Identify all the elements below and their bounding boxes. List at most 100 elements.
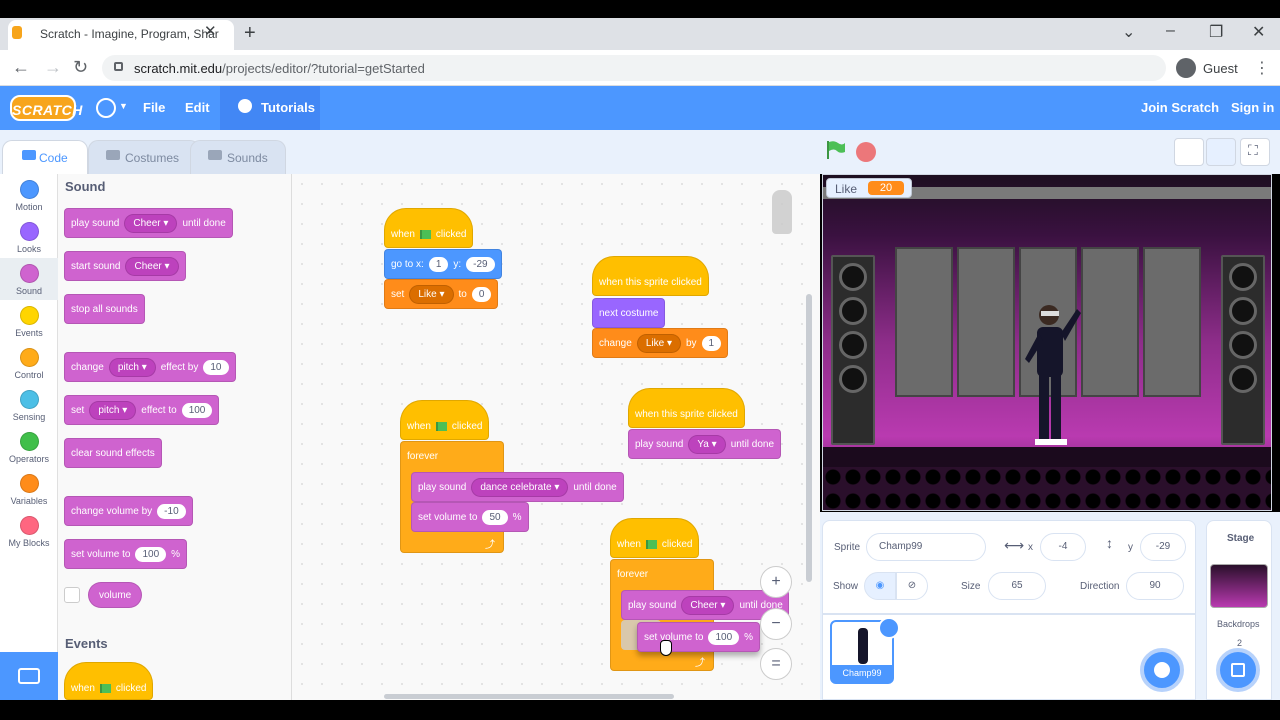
- delete-sprite-icon[interactable]: [878, 617, 900, 639]
- add-sprite-button[interactable]: [1140, 648, 1184, 692]
- block-when-flag-clicked[interactable]: when clicked: [64, 662, 154, 700]
- size-input[interactable]: 65: [988, 572, 1046, 600]
- script5-hat[interactable]: when clicked: [610, 518, 700, 558]
- block-volume-reporter[interactable]: volume: [88, 582, 143, 608]
- block-change-volume[interactable]: change volume by -10: [64, 496, 193, 526]
- add-extension-button[interactable]: [0, 652, 58, 700]
- sound-dropdown[interactable]: Ya ▾: [688, 434, 726, 454]
- new-tab-icon[interactable]: +: [244, 22, 256, 45]
- minimize-icon[interactable]: –: [1166, 22, 1175, 40]
- sound-dropdown[interactable]: Cheer ▾: [125, 256, 179, 276]
- block-clear-sound-effects[interactable]: clear sound effects: [64, 438, 162, 468]
- direction-input[interactable]: 90: [1126, 572, 1184, 600]
- volume-input[interactable]: 100: [708, 629, 740, 645]
- volume-monitor-checkbox[interactable]: [64, 587, 80, 603]
- fullscreen-button[interactable]: ⛶: [1240, 138, 1270, 166]
- window-close-icon[interactable]: ✕: [1252, 22, 1265, 42]
- browser-tab[interactable]: Scratch - Imagine, Program, Shar: [8, 20, 234, 50]
- sound-dropdown[interactable]: Cheer ▾: [124, 213, 178, 233]
- dragged-set-volume-block[interactable]: set volume to 100 %: [637, 622, 761, 652]
- block-change-effect[interactable]: change pitch ▾ effect by 10: [64, 352, 236, 382]
- tab-search-icon[interactable]: ⌄: [1122, 22, 1135, 42]
- value-input[interactable]: 1: [701, 335, 722, 351]
- script2-next-costume[interactable]: next costume: [592, 298, 666, 328]
- stop-sign-icon[interactable]: [856, 142, 876, 162]
- volume-input[interactable]: 50: [482, 509, 508, 525]
- zoom-reset-button[interactable]: =: [760, 648, 792, 680]
- category-operators[interactable]: Operators: [0, 426, 58, 468]
- sound-dropdown[interactable]: dance celebrate ▾: [471, 477, 569, 497]
- y-input[interactable]: -29: [466, 256, 495, 272]
- edit-menu[interactable]: Edit: [185, 100, 210, 115]
- tab-costumes[interactable]: Costumes: [88, 140, 200, 174]
- script3-hat[interactable]: when clicked: [400, 400, 490, 440]
- vertical-scrollbar[interactable]: [806, 294, 812, 582]
- zoom-in-button[interactable]: +: [760, 566, 792, 598]
- category-sound[interactable]: Sound: [0, 258, 58, 300]
- category-looks[interactable]: Looks: [0, 216, 58, 258]
- lock-icon[interactable]: [114, 62, 123, 71]
- variable-dropdown[interactable]: Like ▾: [409, 284, 454, 304]
- effect-dropdown[interactable]: pitch ▾: [108, 357, 156, 377]
- category-motion[interactable]: Motion: [0, 174, 58, 216]
- script2-change-variable[interactable]: change Like ▾ by 1: [592, 328, 729, 358]
- number-input[interactable]: 100: [181, 402, 213, 418]
- script2-hat[interactable]: when this sprite clicked: [592, 256, 709, 296]
- zoom-out-button[interactable]: −: [760, 608, 792, 640]
- script4-hat[interactable]: when this sprite clicked: [628, 388, 745, 428]
- variable-dropdown[interactable]: Like ▾: [636, 333, 681, 353]
- category-sensing[interactable]: Sensing: [0, 384, 58, 426]
- file-menu[interactable]: File: [143, 100, 165, 115]
- value-input[interactable]: 0: [471, 286, 492, 302]
- join-scratch-link[interactable]: Join Scratch: [1141, 100, 1219, 115]
- category-events[interactable]: Events: [0, 300, 58, 342]
- script1-go-to-xy[interactable]: go to x: 1 y: -29: [384, 249, 502, 279]
- forward-icon[interactable]: →: [44, 57, 62, 78]
- horizontal-scrollbar[interactable]: [384, 694, 674, 699]
- number-input[interactable]: 10: [203, 359, 229, 375]
- block-set-volume[interactable]: set volume to 100 %: [64, 539, 188, 569]
- category-variables[interactable]: Variables: [0, 468, 58, 510]
- browser-menu-icon[interactable]: ⋮: [1254, 58, 1270, 78]
- small-stage-button[interactable]: [1174, 138, 1204, 166]
- show-hidden-button[interactable]: ⊘: [896, 572, 928, 600]
- block-start-sound[interactable]: start sound Cheer ▾: [64, 251, 186, 281]
- scratch-logo[interactable]: SCRATCH: [10, 95, 82, 121]
- url-input[interactable]: scratch.mit.edu/projects/editor/?tutoria…: [102, 55, 1166, 81]
- back-icon[interactable]: ←: [12, 57, 30, 78]
- backdrop-thumbnail[interactable]: [1210, 564, 1268, 608]
- number-input[interactable]: -10: [157, 503, 186, 519]
- sound-dropdown[interactable]: Cheer ▾: [681, 595, 735, 615]
- number-input[interactable]: 100: [135, 546, 167, 562]
- script1-hat[interactable]: when clicked: [384, 208, 474, 248]
- large-stage-button[interactable]: [1206, 138, 1236, 166]
- x-input[interactable]: 1: [428, 256, 449, 272]
- profile-label[interactable]: Guest: [1203, 61, 1238, 76]
- x-position-input[interactable]: -4: [1040, 533, 1086, 561]
- category-my-blocks[interactable]: My Blocks: [0, 510, 58, 552]
- script4-play-sound[interactable]: play sound Ya ▾ until done: [628, 429, 782, 459]
- script3-set-volume[interactable]: set volume to 50 %: [411, 502, 529, 532]
- sprite-name-input[interactable]: Champ99: [866, 533, 986, 561]
- script1-set-variable[interactable]: set Like ▾ to 0: [384, 279, 499, 309]
- add-backdrop-button[interactable]: [1216, 648, 1260, 692]
- show-visible-button[interactable]: ◉: [864, 572, 896, 600]
- sign-in-link[interactable]: Sign in: [1231, 100, 1274, 115]
- stage-canvas[interactable]: [822, 174, 1272, 511]
- tab-code[interactable]: Code: [2, 140, 88, 174]
- green-flag-icon[interactable]: [826, 141, 846, 159]
- dancer-sprite[interactable]: [1019, 299, 1083, 449]
- block-set-effect[interactable]: set pitch ▾ effect to 100: [64, 395, 220, 425]
- language-globe-icon[interactable]: [96, 98, 116, 118]
- block-stop-all-sounds[interactable]: stop all sounds: [64, 294, 145, 324]
- avatar-icon[interactable]: [1176, 58, 1196, 78]
- reload-icon[interactable]: ↻: [73, 57, 88, 78]
- block-play-sound-until-done[interactable]: play sound Cheer ▾ until done: [64, 208, 233, 238]
- tab-sounds[interactable]: Sounds: [190, 140, 286, 174]
- close-tab-icon[interactable]: ✕: [204, 22, 217, 40]
- script3-play-sound[interactable]: play sound dance celebrate ▾ until done: [411, 472, 624, 502]
- effect-dropdown[interactable]: pitch ▾: [89, 400, 137, 420]
- restore-icon[interactable]: ❐: [1209, 22, 1223, 42]
- y-position-input[interactable]: -29: [1140, 533, 1186, 561]
- category-control[interactable]: Control: [0, 342, 58, 384]
